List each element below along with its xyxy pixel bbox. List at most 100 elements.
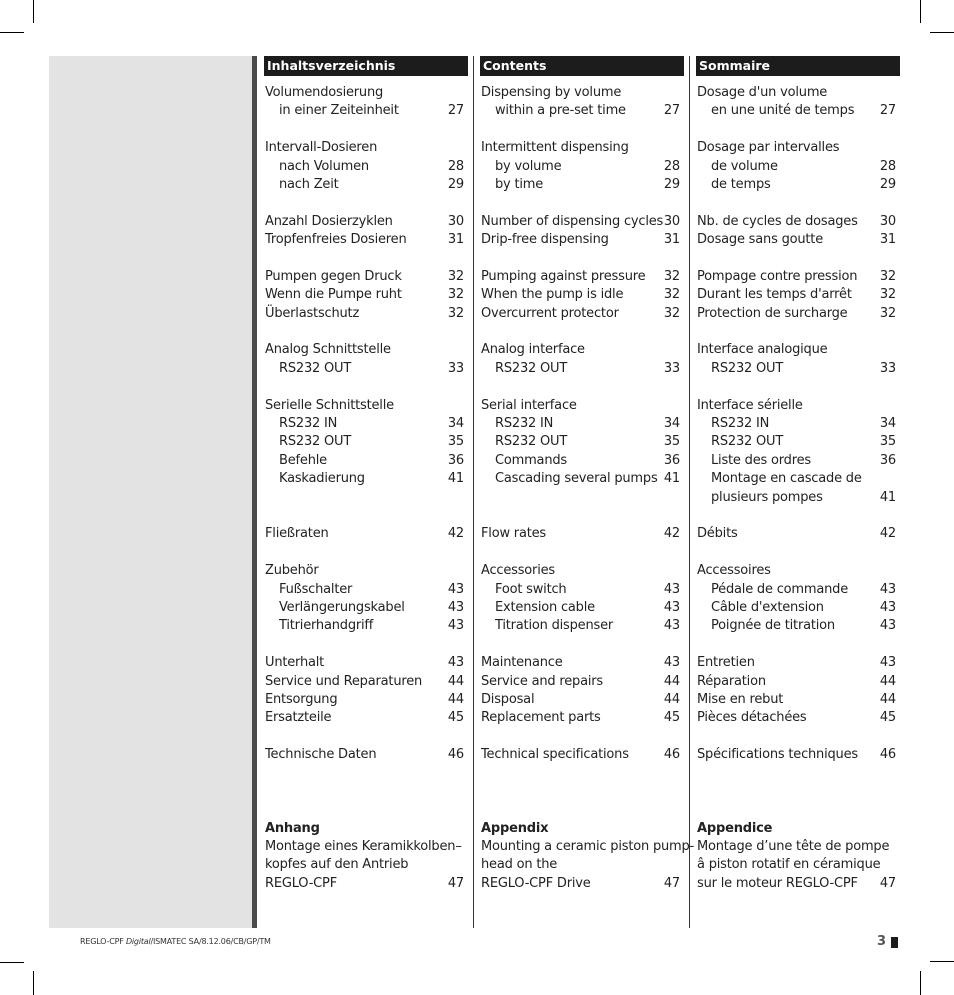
toc-entry-page: 45 <box>879 710 896 726</box>
toc-entry-title: Maintenance <box>481 655 563 671</box>
toc-entry-page: 42 <box>447 526 464 542</box>
toc-entry-page: 43 <box>663 618 680 634</box>
toc-entry-title: Unterhalt <box>265 655 325 671</box>
toc-entry-title: When the pump is idle <box>481 287 624 303</box>
toc-entry-page: 29 <box>447 176 464 192</box>
crop-mark-bottom-left-v <box>33 971 34 995</box>
toc-entry-title: Disposal <box>481 691 535 707</box>
toc-entry-title: Verlängerungskabel <box>279 599 405 615</box>
crop-mark-top-left-h <box>0 32 24 33</box>
toc-group-title: Interface analogique <box>696 341 900 359</box>
toc-entry-page: 28 <box>879 158 896 174</box>
toc-entry-title: Appendice <box>697 820 773 836</box>
toc-entry-title: Dosage sans goutte <box>697 232 824 248</box>
toc-entry: Titrierhandgriff 43 <box>264 617 468 635</box>
toc-entry-title: Titration dispenser <box>495 618 614 634</box>
toc-entry-title: Befehle <box>279 452 327 468</box>
side-panel <box>49 56 252 928</box>
footer-prefix: REGLO-CPF <box>80 937 126 946</box>
toc-entry-title: Replacement parts <box>481 710 601 726</box>
toc-entry-page: 43 <box>879 618 896 634</box>
toc-entry-title: Service and repairs <box>481 673 603 689</box>
toc-entry-title: Montage d’une tête de pompe <box>697 839 890 855</box>
toc-entries: Volumendosierung in einer Zeiteinheit 27 In… <box>264 84 468 893</box>
toc-group-title: head on the <box>480 856 684 874</box>
toc-entry-title: nach Zeit <box>279 176 339 192</box>
toc-entry-page: 30 <box>879 213 896 229</box>
toc-entry: Überlastschutz 32 <box>264 305 468 323</box>
toc-entry: Technical specifications 46 <box>480 746 684 764</box>
toc-entry: Titration dispenser 43 <box>480 617 684 635</box>
toc-entry-page: 32 <box>663 268 680 284</box>
toc-entry-title: Wenn die Pumpe ruht <box>265 287 402 303</box>
toc-entry: RS232 OUT 35 <box>696 433 900 451</box>
toc-entry: Pièces détachées 45 <box>696 709 900 727</box>
column-divider-1 <box>473 56 474 928</box>
toc-entry: Number of dispensing cycles 30 <box>480 213 684 231</box>
toc-entry-page: 31 <box>879 232 896 248</box>
toc-entry: Unterhalt 43 <box>264 654 468 672</box>
document-footer: REGLO-CPF Digital/ISMATEC SA/8.12.06/CB/… <box>80 937 271 946</box>
toc-entry: RS232 OUT 35 <box>264 433 468 451</box>
toc-entry: Commands 36 <box>480 452 684 470</box>
column-header: Inhaltsverzeichnis <box>264 56 468 76</box>
toc-entry-page: 43 <box>447 581 464 597</box>
toc-entry: Dosage sans goutte 31 <box>696 231 900 249</box>
toc-entry-title: Service und Reparaturen <box>265 673 423 689</box>
toc-entry-title: de volume <box>711 158 778 174</box>
toc-entry: de volume 28 <box>696 158 900 176</box>
toc-entry: Tropfenfreies Dosieren 31 <box>264 231 468 249</box>
toc-entry-title: Overcurrent protector <box>481 305 619 321</box>
toc-entry-page: 32 <box>879 305 896 321</box>
toc-entry-page: 43 <box>663 581 680 597</box>
toc-group-title: Dosage par intervalles <box>696 139 900 157</box>
toc-entry-page: 47 <box>663 875 680 891</box>
toc-entry-page: 41 <box>879 489 896 505</box>
toc-entry-title: Anzahl Dosierzyklen <box>265 213 393 229</box>
toc-entry-page: 43 <box>663 655 680 671</box>
toc-entry-page: 35 <box>663 434 680 450</box>
toc-entry-title: by time <box>495 176 544 192</box>
toc-entry-title: Technische Daten <box>265 747 377 763</box>
toc-entry-title: Liste des ordres <box>711 452 811 468</box>
toc-group-title: Montage d’une tête de pompe <box>696 838 900 856</box>
toc-entry-title: RS232 OUT <box>711 434 784 450</box>
toc-entry-title: Pièces détachées <box>697 710 807 726</box>
toc-entry-title: Fußschalter <box>279 581 353 597</box>
toc-entry-title: Titrierhandgriff <box>279 618 374 634</box>
toc-entry-title: Number of dispensing cycles <box>481 213 664 229</box>
toc-entry-title: RS232 IN <box>279 416 338 432</box>
toc-entry: RS232 OUT 35 <box>480 433 684 451</box>
toc-entry-title: Mounting a ceramic piston pump- <box>481 839 695 855</box>
toc-group-title: Zubehör <box>264 562 468 580</box>
toc-entry-title: RS232 IN <box>495 416 554 432</box>
toc-entry-title: Câble d'extension <box>711 599 824 615</box>
toc-entry-title: Mise en rebut <box>697 691 784 707</box>
toc-entry-page: 44 <box>663 691 680 707</box>
toc-entries: Dosage d'un volume en une unité de temps 2… <box>696 84 900 893</box>
toc-entry-title: Überlastschutz <box>265 305 360 321</box>
toc-group-title: Dispensing by volume <box>480 84 684 102</box>
toc-entry-page: 45 <box>447 710 464 726</box>
toc-entry-title: in einer Zeiteinheit <box>279 103 399 119</box>
toc-section-heading: Anhang <box>264 820 468 838</box>
toc-entry-title: Entsorgung <box>265 691 338 707</box>
toc-entry-page: 43 <box>447 618 464 634</box>
toc-group-title: Analog Schnittstelle <box>264 341 468 359</box>
toc-group-title: Serielle Schnittstelle <box>264 397 468 415</box>
column-divider-2 <box>689 56 690 928</box>
